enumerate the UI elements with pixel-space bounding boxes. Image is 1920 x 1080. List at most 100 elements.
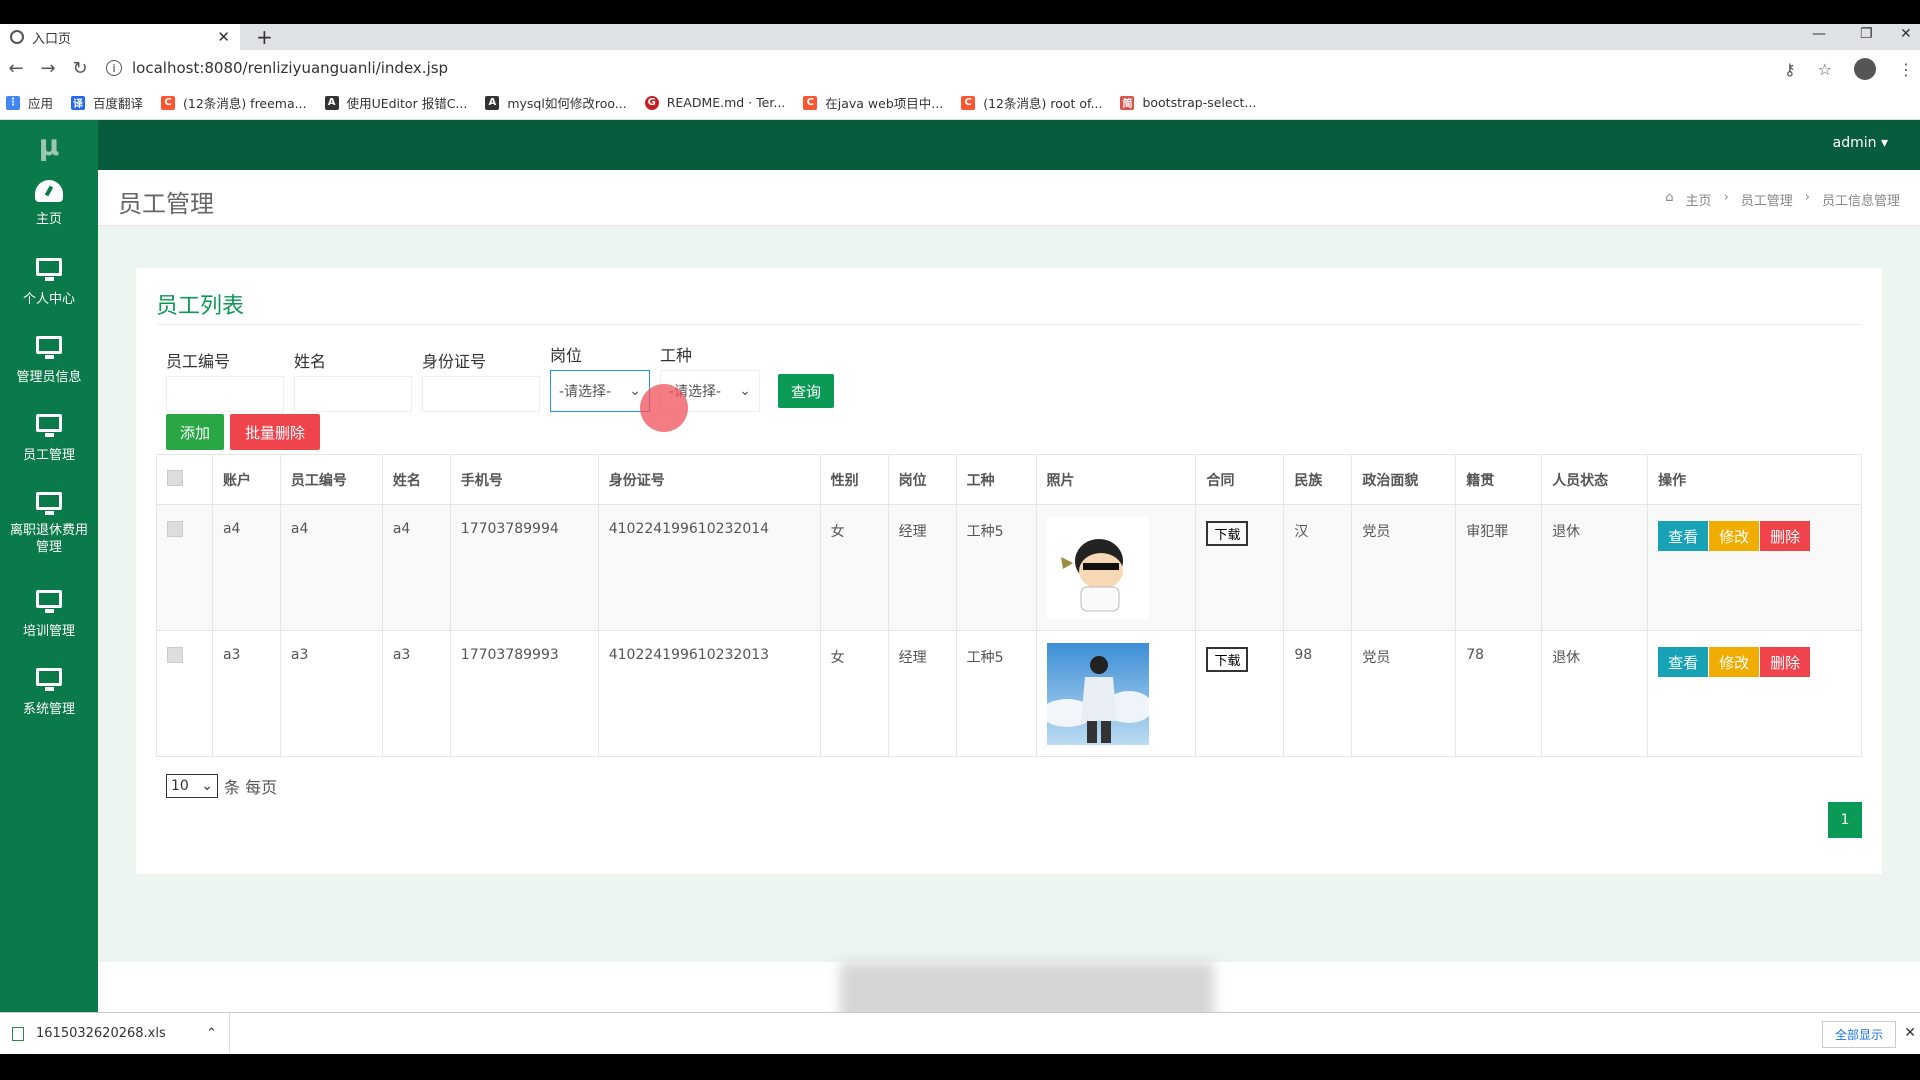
cell-phone: 17703789994 [449, 504, 599, 631]
downloads-bar: 1615032620268.xls ⌃ 全部显示 ✕ [0, 1012, 1920, 1055]
post-select[interactable]: -请选择- ⌄ [550, 370, 650, 412]
select-all-cell [156, 454, 213, 505]
cell-political: 党员 [1351, 504, 1457, 631]
close-icon[interactable]: ✕ [217, 28, 230, 46]
row-checkbox[interactable] [167, 521, 183, 537]
id-input[interactable] [422, 376, 540, 412]
key-icon[interactable]: ⚷ [1784, 60, 1796, 79]
breadcrumb: ⌂ 主页 › 员工管理 › 员工信息管理 [1665, 190, 1900, 209]
content-area: 员工列表 员工编号 姓名 身份证号 岗位 -请选择- ⌄ 工种 -请选择- ⌄ … [98, 226, 1920, 962]
menu-dots-icon[interactable]: ⋮ [1898, 60, 1914, 79]
page-1-button[interactable]: 1 [1828, 802, 1862, 838]
bulk-delete-button[interactable]: 批量删除 [230, 414, 320, 450]
reload-icon[interactable]: ↻ [64, 58, 96, 79]
page-size-select[interactable]: 10 ⌄ [166, 774, 218, 798]
monitor-icon [36, 336, 62, 359]
bookmark-item[interactable]: 译百度翻译 [71, 93, 143, 112]
sidebar-item-label: 离职退休费用管理 [9, 523, 88, 555]
url-field[interactable]: i localhost:8080/renliziyuanguanli/index… [106, 59, 448, 77]
cell-photo [1035, 504, 1197, 631]
csdn-icon: C [961, 95, 976, 110]
bookmark-item[interactable]: 简 bootstrap-select... [1120, 95, 1256, 110]
query-button[interactable]: 查询 [778, 374, 834, 408]
sidebar-item-label: 培训管理 [22, 624, 75, 639]
monitor-icon [36, 492, 62, 515]
view-button[interactable]: 查看 [1658, 647, 1709, 677]
star-icon[interactable]: ☆ [1818, 60, 1832, 79]
post-label: 岗位 [550, 346, 583, 365]
breadcrumb-item: 员工信息管理 [1821, 194, 1900, 209]
column-header: 姓名 [381, 454, 451, 505]
new-tab-icon[interactable]: + [256, 25, 273, 49]
sidebar-item-label: 个人中心 [22, 292, 75, 307]
browser-tab[interactable]: 入口页 ✕ [0, 24, 240, 50]
window-close-icon[interactable]: ✕ [1900, 26, 1912, 42]
column-header: 籍贯 [1455, 454, 1543, 505]
download-contract-button[interactable]: 下载 [1206, 647, 1249, 672]
close-icon[interactable]: ✕ [1904, 1025, 1916, 1041]
emp-no-input[interactable] [166, 376, 284, 412]
cell-gender: 女 [819, 504, 889, 631]
show-all-button[interactable]: 全部显示 [1821, 1021, 1896, 1048]
sidebar-item-label: 系统管理 [22, 702, 75, 717]
chevron-down-icon: ⌄ [629, 383, 641, 399]
profile-icon[interactable] [1854, 58, 1876, 80]
sidebar-item-retirement[interactable]: 离职退休费用管理 [0, 492, 98, 580]
info-icon[interactable]: i [106, 60, 122, 76]
bookmark-item[interactable]: C (12条消息) root of... [961, 93, 1102, 112]
chevron-down-icon: ⌄ [739, 383, 751, 399]
divider [156, 324, 1862, 325]
globe-icon [10, 30, 24, 44]
filter-form: 员工编号 姓名 身份证号 岗位 -请选择- ⌄ 工种 -请选择- ⌄ 查询 [166, 342, 834, 412]
add-button[interactable]: 添加 [166, 414, 224, 450]
name-input[interactable] [294, 376, 412, 412]
download-contract-button[interactable]: 下载 [1206, 521, 1249, 546]
bookmark-item[interactable]: A 使用UEditor 报错C... [324, 93, 467, 112]
row-checkbox[interactable] [167, 647, 183, 663]
restore-icon[interactable]: ❐ [1860, 26, 1873, 42]
minimize-icon[interactable]: — [1812, 26, 1826, 42]
cell-actions: 查看 修改 删除 [1647, 630, 1862, 757]
edit-button[interactable]: 修改 [1709, 521, 1760, 551]
sidebar-item-profile[interactable]: 个人中心 [0, 258, 98, 326]
breadcrumb-item[interactable]: 员工管理 [1741, 190, 1793, 209]
bookmark-item[interactable]: Amysql如何修改roo... [485, 93, 627, 112]
emp-no-label: 员工编号 [166, 352, 231, 371]
view-button[interactable]: 查看 [1658, 521, 1709, 551]
script-icon: A [324, 95, 339, 110]
app-header: admin ▾ [98, 120, 1920, 170]
chevron-up-icon[interactable]: ⌃ [206, 1026, 217, 1041]
monitor-icon [36, 414, 62, 437]
column-header: 政治面貌 [1351, 454, 1457, 505]
forward-icon[interactable]: → [32, 58, 64, 79]
column-header: 操作 [1647, 454, 1862, 505]
column-header: 账户 [211, 454, 281, 505]
mouse-cursor-highlight [640, 384, 688, 432]
bookmark-item[interactable]: C 在java web项目中... [803, 93, 943, 112]
select-all-checkbox[interactable] [167, 469, 183, 486]
sidebar-item-admin-info[interactable]: 管理员信息 [0, 336, 98, 404]
bookmark-apps[interactable]: ⋮ 应用 [6, 93, 53, 112]
delete-button[interactable]: 删除 [1760, 647, 1811, 677]
cell-origin: 78 [1455, 630, 1543, 757]
bookmark-item[interactable]: G README.md · Ter... [644, 95, 785, 110]
download-item[interactable]: 1615032620268.xls ⌃ [0, 1012, 230, 1055]
cell-name: a3 [381, 630, 451, 757]
cell-ethnicity: 汉 [1283, 504, 1353, 631]
edit-button[interactable]: 修改 [1709, 647, 1760, 677]
app-logo[interactable]: μ [0, 120, 98, 170]
gitee-icon: G [644, 95, 659, 110]
sidebar-item-training[interactable]: 培训管理 [0, 590, 98, 658]
screen-top-bar [0, 0, 1920, 24]
script-icon: A [485, 95, 500, 110]
monitor-icon [36, 668, 62, 691]
delete-button[interactable]: 删除 [1760, 521, 1811, 551]
bookmark-item[interactable]: C (12条消息) freema... [161, 93, 307, 112]
dashboard-icon [35, 180, 63, 202]
sidebar-item-home[interactable]: 主页 [0, 180, 98, 248]
back-icon[interactable]: ← [0, 58, 32, 79]
sidebar-item-system[interactable]: 系统管理 [0, 668, 98, 736]
sidebar-item-employees[interactable]: 员工管理 [0, 414, 98, 482]
user-menu[interactable]: admin ▾ [1833, 135, 1888, 151]
breadcrumb-item[interactable]: 主页 [1686, 190, 1712, 209]
